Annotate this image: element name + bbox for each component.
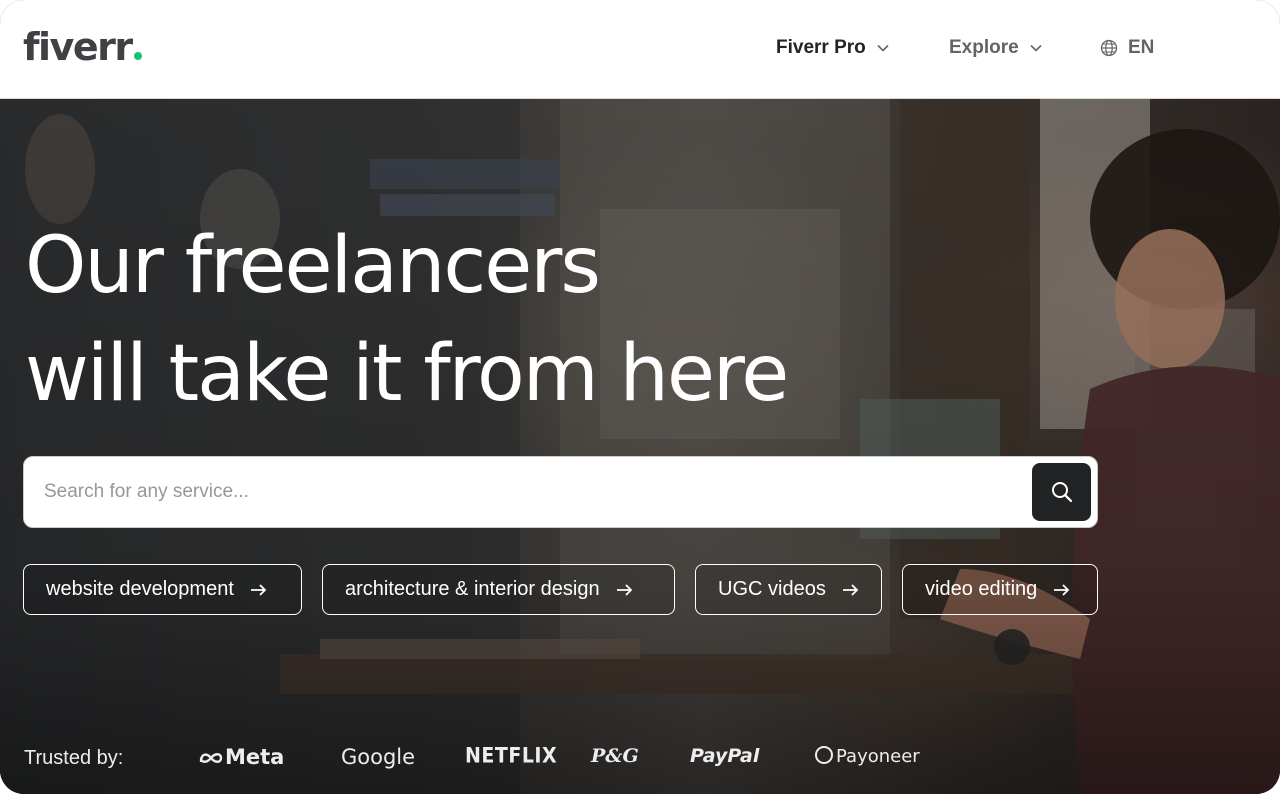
chip-label: video editing	[925, 578, 1038, 600]
logo-text: fiverr	[23, 25, 133, 69]
arrow-right-icon	[1054, 583, 1070, 596]
page-frame: fiverr Fiverr Pro Explore EN Our freelan…	[0, 0, 1280, 794]
trusted-by-label: Trusted by:	[24, 747, 124, 769]
brand-logo-netflix: NETFLIX	[465, 743, 558, 769]
brand-logo-paypal: PayPal	[690, 745, 760, 767]
payoneer-ring-icon	[815, 746, 833, 764]
top-header: fiverr Fiverr Pro Explore EN	[0, 0, 1280, 99]
chip-architecture-interior-design[interactable]: architecture & interior design	[322, 564, 675, 615]
hero-overlay	[0, 99, 1280, 794]
chip-label: UGC videos	[718, 578, 826, 600]
headline-line-1: Our freelancers	[25, 221, 601, 311]
brand-name: Meta	[225, 745, 285, 769]
chevron-down-icon	[1030, 44, 1042, 52]
brand-logo-payoneer: Payoneer	[814, 745, 920, 767]
arrow-right-icon	[250, 583, 267, 596]
search-bar	[23, 456, 1098, 528]
logo-dot	[133, 52, 142, 60]
nav-explore[interactable]: Explore	[949, 32, 1043, 64]
chip-video-editing[interactable]: video editing	[902, 564, 1098, 615]
chip-website-development[interactable]: website development	[23, 564, 302, 615]
nav-fiverr-pro-label: Fiverr Pro	[776, 37, 866, 58]
brand-logo-meta: Meta	[198, 745, 284, 769]
brand-logo-pg: P&G	[591, 745, 639, 767]
headline-line-2: will take it from here	[25, 329, 789, 419]
nav-language[interactable]: EN	[1100, 32, 1154, 64]
brand-logo-google: Google	[341, 745, 416, 769]
brand-name: Payoneer	[836, 746, 920, 767]
hero-headline: Our freelancers will take it from here	[25, 212, 925, 428]
globe-icon	[1100, 39, 1118, 57]
arrow-right-icon	[616, 583, 632, 596]
fiverr-logo[interactable]: fiverr	[23, 24, 142, 70]
chip-ugc-videos[interactable]: UGC videos	[695, 564, 882, 615]
search-icon	[1051, 482, 1072, 503]
chevron-down-icon	[877, 44, 889, 52]
hero-section: Our freelancers will take it from here w…	[0, 99, 1280, 794]
search-input[interactable]	[44, 457, 1024, 527]
search-button[interactable]	[1032, 463, 1091, 521]
nav-language-label: EN	[1128, 37, 1155, 58]
nav-explore-label: Explore	[949, 37, 1019, 58]
meta-infinity-icon	[199, 753, 223, 763]
chip-label: website development	[46, 578, 234, 600]
trusted-by-bar: Trusted by: Meta Google NETFLIX P&G PayP…	[0, 739, 1280, 781]
nav-fiverr-pro[interactable]: Fiverr Pro	[776, 32, 890, 64]
chip-label: architecture & interior design	[345, 578, 600, 600]
arrow-right-icon	[842, 583, 859, 596]
